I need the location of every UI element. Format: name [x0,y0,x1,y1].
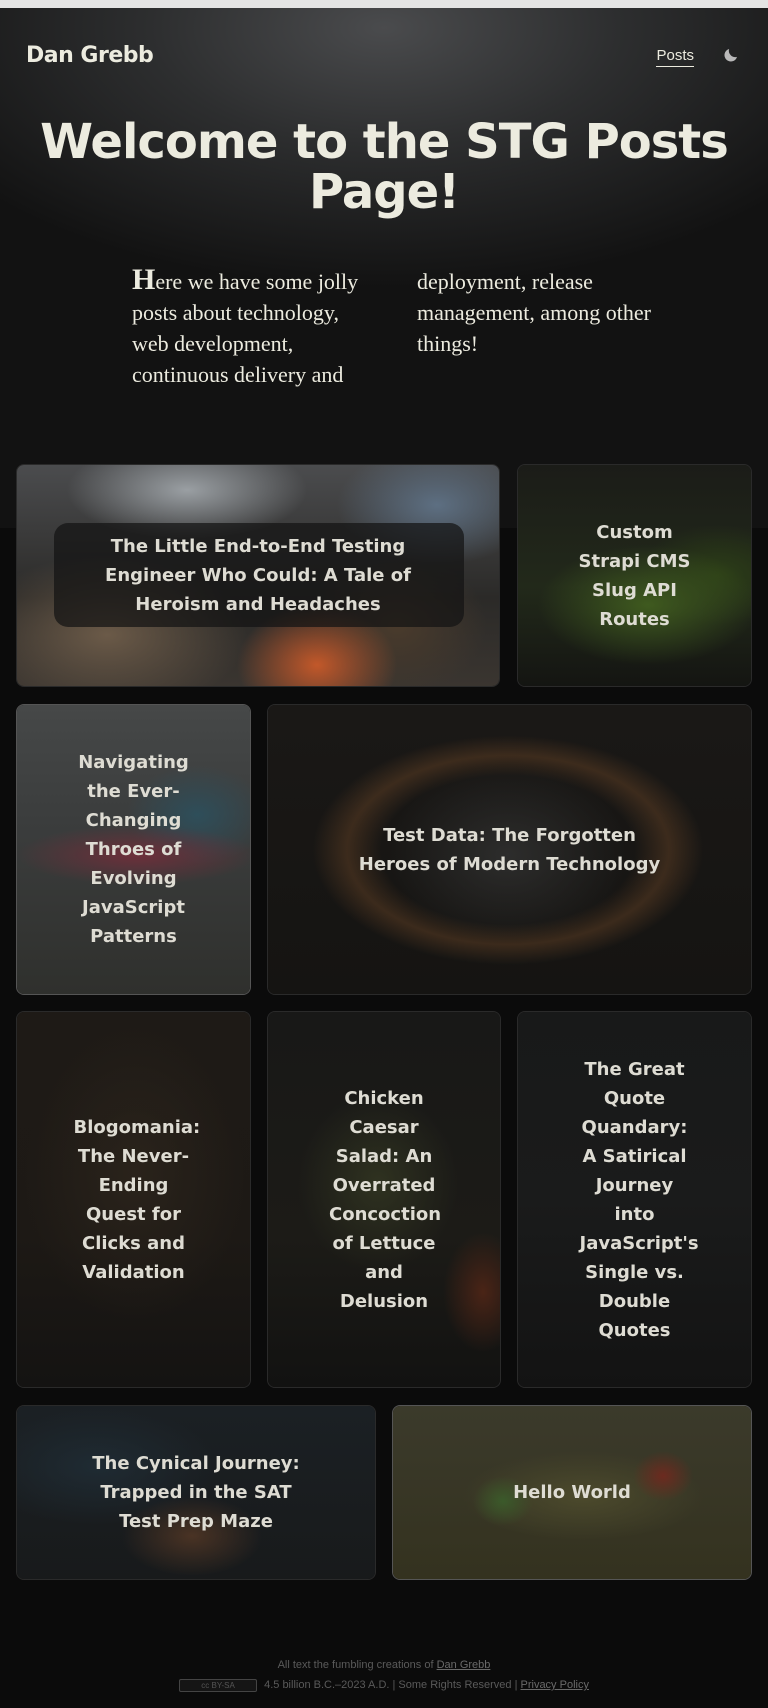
post-card[interactable]: Test Data: The Forgotten Heroes of Moder… [267,704,752,995]
intro-text: ere we have some jolly posts about techn… [132,269,651,387]
theme-toggle-button[interactable] [720,44,742,66]
site-logo[interactable]: Dan Grebb [26,43,154,68]
intro-paragraph: Here we have some jolly posts about tech… [132,263,652,390]
intro-dropcap: H [132,263,156,296]
post-title: The Cynical Journey: Trapped in the SAT … [92,1453,300,1532]
post-title: Chicken Caesar Salad: An Overrated Conco… [329,1087,442,1312]
footer-line-1: All text the fumbling creations of Dan G… [0,1655,768,1675]
post-card[interactable]: Navigating the Ever-Changing Throes of E… [16,704,251,995]
post-card[interactable]: Chicken Caesar Salad: An Overrated Conco… [267,1011,501,1388]
post-card[interactable]: Custom Strapi CMS Slug API Routes [517,464,752,687]
footer-copyright-text: 4.5 billion B.C.–2023 A.D. | Some Rights… [264,1679,518,1691]
moon-icon [724,49,737,62]
footer-credit-text: All text the fumbling creations of [277,1659,434,1671]
post-title: Blogomania: The Never-Ending Quest for C… [73,1116,201,1283]
footer-line-2: cc BY-SA 4.5 billion B.C.–2023 A.D. | So… [0,1675,768,1695]
post-card[interactable]: The Great Quote Quandary: A Satirical Jo… [517,1011,752,1388]
footer-author-link[interactable]: Dan Grebb [437,1659,491,1671]
post-title: Hello World [513,1482,631,1503]
nav-link-posts[interactable]: Posts [656,47,694,67]
site-footer: All text the fumbling creations of Dan G… [0,1655,768,1695]
post-title: Custom Strapi CMS Slug API Routes [578,521,691,630]
post-title: Navigating the Ever-Changing Throes of E… [78,752,189,947]
page-title: Welcome to the STG Posts Page! [40,114,729,220]
privacy-policy-link[interactable]: Privacy Policy [521,1679,589,1691]
post-card[interactable]: The Little End-to-End Testing Engineer W… [16,464,500,687]
post-card[interactable]: Blogomania: The Never-Ending Quest for C… [16,1011,251,1388]
site-header: Dan Grebb Posts [0,8,768,102]
post-title: Test Data: The Forgotten Heroes of Moder… [358,824,661,875]
post-title: The Great Quote Quandary: A Satirical Jo… [579,1058,699,1341]
browser-top-strip [0,0,768,8]
cc-license-badge[interactable]: cc BY-SA [179,1678,258,1692]
post-card[interactable]: The Cynical Journey: Trapped in the SAT … [16,1405,376,1580]
post-title: The Little End-to-End Testing Engineer W… [105,536,411,615]
post-card[interactable]: Hello World [392,1405,752,1580]
main-nav: Posts [656,43,742,67]
